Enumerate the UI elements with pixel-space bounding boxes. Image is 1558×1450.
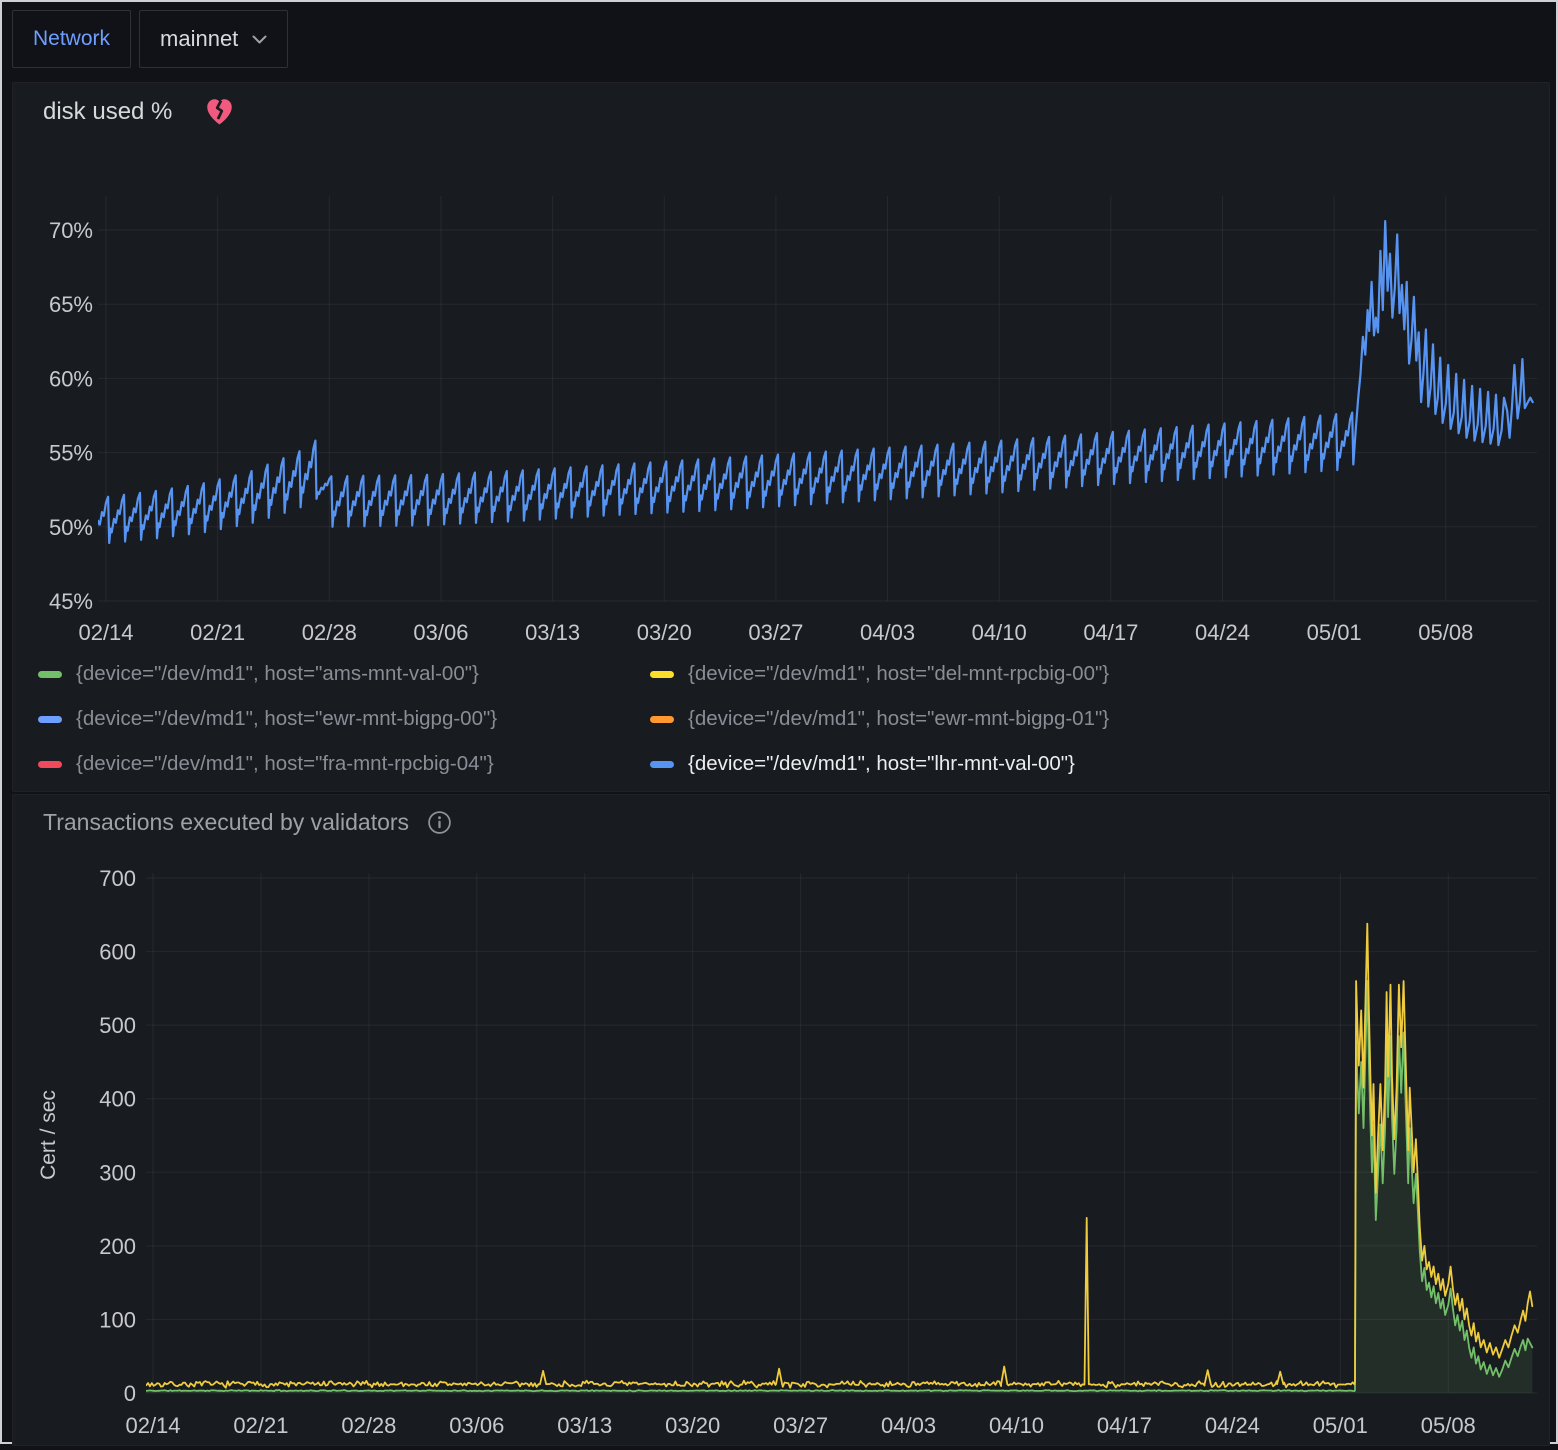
variable-label-network: Network <box>12 10 131 68</box>
x-tick-label: 05/01 <box>1307 620 1362 645</box>
y-axis-title: Cert / sec <box>37 1090 60 1180</box>
x-tick-label: 03/20 <box>637 620 692 645</box>
legend-item-del-mnt-rpcbig-00[interactable]: {device="/dev/md1", host="del-mnt-rpcbig… <box>650 661 1109 687</box>
x-tick-label: 03/13 <box>557 1413 612 1438</box>
x-tick-label: 02/28 <box>302 620 357 645</box>
x-tick-label: 03/27 <box>748 620 803 645</box>
x-tick-label: 03/27 <box>773 1413 828 1438</box>
panel-transactions: Transactions executed by validators 02/1… <box>12 794 1550 1446</box>
x-tick-label: 05/08 <box>1418 620 1473 645</box>
y-tick-label: 50% <box>49 515 93 540</box>
y-tick-label: 55% <box>49 441 93 466</box>
legend-label: {device="/dev/md1", host="lhr-mnt-val-00… <box>688 752 1075 776</box>
variable-value-dropdown[interactable]: mainnet <box>139 10 288 68</box>
series-color-swatch[interactable] <box>38 761 62 768</box>
legend-label: {device="/dev/md1", host="ams-mnt-val-00… <box>76 662 479 686</box>
panel-transactions-header: Transactions executed by validators <box>43 809 452 836</box>
x-tick-label: 03/06 <box>413 620 468 645</box>
chevron-down-icon <box>252 35 267 44</box>
y-tick-label: 300 <box>99 1160 136 1185</box>
series-color-swatch[interactable] <box>650 716 674 723</box>
x-tick-label: 04/10 <box>972 620 1027 645</box>
x-tick-label: 02/28 <box>341 1413 396 1438</box>
x-tick-label: 03/20 <box>665 1413 720 1438</box>
y-tick-label: 45% <box>49 589 93 614</box>
y-tick-label: 500 <box>99 1013 136 1038</box>
y-tick-label: 60% <box>49 366 93 391</box>
x-tick-label: 04/24 <box>1195 620 1250 645</box>
legend-label: {device="/dev/md1", host="del-mnt-rpcbig… <box>688 662 1109 686</box>
x-tick-label: 02/21 <box>233 1413 288 1438</box>
y-tick-label: 0 <box>124 1381 136 1406</box>
disk-used-legend: {device="/dev/md1", host="ams-mnt-val-00… <box>38 661 1109 777</box>
legend-item-ewr-mnt-bigpg-00[interactable]: {device="/dev/md1", host="ewr-mnt-bigpg-… <box>38 706 650 732</box>
x-tick-label: 03/13 <box>525 620 580 645</box>
x-tick-label: 04/17 <box>1083 620 1138 645</box>
x-tick-label: 04/24 <box>1205 1413 1260 1438</box>
legend-item-ams-mnt-val-00[interactable]: {device="/dev/md1", host="ams-mnt-val-00… <box>38 661 650 687</box>
x-tick-label: 03/06 <box>449 1413 504 1438</box>
dashboard-variables-bar: Network mainnet <box>12 10 288 68</box>
panel-disk-used-header: disk used % <box>43 97 235 126</box>
x-tick-label: 02/21 <box>190 620 245 645</box>
x-tick-label: 04/10 <box>989 1413 1044 1438</box>
y-tick-label: 200 <box>99 1234 136 1259</box>
series-area <box>141 981 1533 1393</box>
legend-label: {device="/dev/md1", host="fra-mnt-rpcbig… <box>76 752 494 776</box>
x-tick-label: 02/14 <box>78 620 133 645</box>
y-tick-label: 600 <box>99 940 136 965</box>
x-tick-label: 02/14 <box>125 1413 180 1438</box>
y-tick-label: 65% <box>49 292 93 317</box>
legend-item-fra-mnt-rpcbig-04[interactable]: {device="/dev/md1", host="fra-mnt-rpcbig… <box>38 751 650 777</box>
series-line <box>141 924 1533 1388</box>
x-tick-label: 04/03 <box>860 620 915 645</box>
series-group <box>141 924 1533 1393</box>
series-color-swatch[interactable] <box>650 671 674 678</box>
x-tick-label: 05/08 <box>1421 1413 1476 1438</box>
series-line <box>93 221 1533 544</box>
chart-svg: 02/14 02/21 02/28 03/06 03/13 03/20 03/27 04/03… <box>13 795 1549 1445</box>
legend-item-ewr-mnt-bigpg-01[interactable]: {device="/dev/md1", host="ewr-mnt-bigpg-… <box>650 706 1109 732</box>
x-tick-label: 05/01 <box>1313 1413 1368 1438</box>
panel-disk-used: disk used % 02/14 02/21 02/28 03/06 03/13 03/… <box>12 82 1550 792</box>
panel-title-transactions[interactable]: Transactions executed by validators <box>43 809 409 836</box>
panel-title-disk-used[interactable]: disk used % <box>43 98 172 126</box>
x-tick-label: 04/17 <box>1097 1413 1152 1438</box>
series-color-swatch[interactable] <box>650 761 674 768</box>
series-group <box>93 221 1533 544</box>
info-icon[interactable] <box>427 810 452 835</box>
legend-label: {device="/dev/md1", host="ewr-mnt-bigpg-… <box>688 707 1109 731</box>
series-color-swatch[interactable] <box>38 671 62 678</box>
transactions-chart[interactable]: 02/14 02/21 02/28 03/06 03/13 03/20 03/27 04/03… <box>13 795 1549 1445</box>
y-tick-label: 400 <box>99 1087 136 1112</box>
x-tick-label: 04/03 <box>881 1413 936 1438</box>
y-tick-label: 700 <box>99 866 136 891</box>
series-color-swatch[interactable] <box>38 716 62 723</box>
legend-item-lhr-mnt-val-00[interactable]: {device="/dev/md1", host="lhr-mnt-val-00… <box>650 751 1109 777</box>
alert-broken-heart-icon <box>204 97 235 126</box>
variable-label-text: Network <box>33 27 110 51</box>
variable-value-text: mainnet <box>160 26 238 52</box>
legend-label: {device="/dev/md1", host="ewr-mnt-bigpg-… <box>76 707 497 731</box>
grafana-dashboard: { "topbar": { "variable_label": "Network… <box>0 0 1558 1444</box>
y-tick-label: 70% <box>49 218 93 243</box>
y-tick-label: 100 <box>99 1307 136 1332</box>
series-line <box>141 981 1533 1391</box>
